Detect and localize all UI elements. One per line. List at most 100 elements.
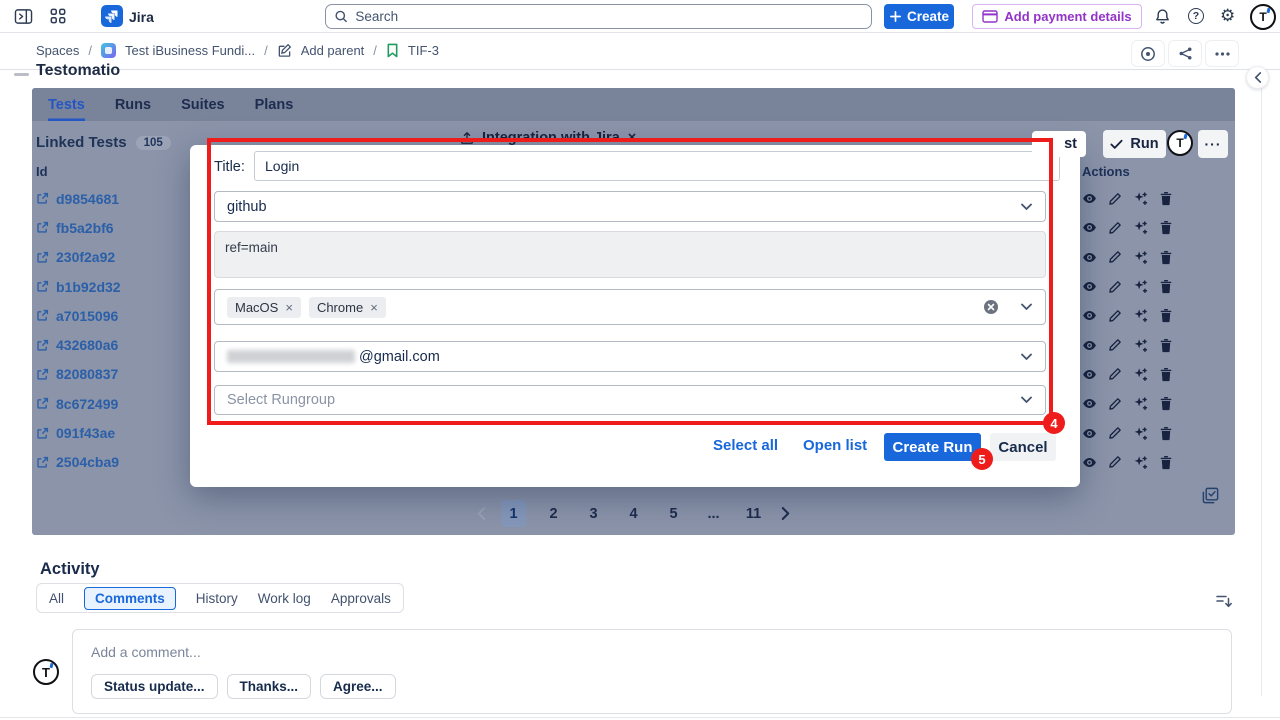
- activity-tab-approvals[interactable]: Approvals: [331, 591, 391, 606]
- delete-test-button[interactable]: [1159, 279, 1173, 294]
- repository-select[interactable]: github: [214, 191, 1046, 222]
- breadcrumb-add-parent[interactable]: Add parent: [301, 43, 365, 58]
- remove-tag-icon[interactable]: ×: [628, 130, 636, 146]
- test-id-link[interactable]: 091f43ae: [36, 418, 121, 447]
- create-button[interactable]: Create: [884, 4, 954, 29]
- page-button-4[interactable]: 4: [621, 500, 646, 527]
- breadcrumb-spaces[interactable]: Spaces: [36, 43, 79, 58]
- comment-box[interactable]: Add a comment... Status update...Thanks.…: [72, 629, 1232, 714]
- page-button-11[interactable]: 11: [741, 500, 766, 527]
- ai-test-button[interactable]: [1133, 426, 1148, 441]
- delete-test-button[interactable]: [1159, 426, 1173, 441]
- edit-test-button[interactable]: [1108, 426, 1122, 440]
- rungroup-select[interactable]: Select Rungroup: [214, 385, 1046, 415]
- edit-test-button[interactable]: [1108, 367, 1122, 381]
- panel-tab-plans[interactable]: Plans: [255, 88, 294, 121]
- test-id-link[interactable]: d9854681: [36, 184, 121, 213]
- panel-tab-suites[interactable]: Suites: [181, 88, 225, 121]
- next-page-button[interactable]: [781, 507, 790, 520]
- view-test-button[interactable]: [1082, 455, 1097, 470]
- view-test-button[interactable]: [1082, 396, 1097, 411]
- view-test-button[interactable]: [1082, 220, 1097, 235]
- ai-test-button[interactable]: [1133, 250, 1148, 265]
- panel-tab-tests[interactable]: Tests: [48, 88, 85, 121]
- delete-test-button[interactable]: [1159, 191, 1173, 206]
- test-button-partially-hidden[interactable]: st: [1032, 131, 1086, 157]
- run-button[interactable]: Run: [1103, 130, 1166, 158]
- assignee-select[interactable]: @gmail.com: [214, 341, 1046, 372]
- edit-test-button[interactable]: [1108, 397, 1122, 411]
- delete-test-button[interactable]: [1159, 250, 1173, 265]
- test-id-link[interactable]: a7015096: [36, 301, 121, 330]
- edit-test-button[interactable]: [1108, 221, 1122, 235]
- test-id-link[interactable]: 82080837: [36, 360, 121, 389]
- test-id-link[interactable]: 230f2a92: [36, 243, 121, 272]
- ref-textarea[interactable]: ref=main: [214, 231, 1046, 278]
- env-tag-macos[interactable]: MacOS×: [227, 297, 301, 318]
- activity-tab-all[interactable]: All: [49, 591, 64, 606]
- ai-test-button[interactable]: [1133, 338, 1148, 353]
- ai-test-button[interactable]: [1133, 191, 1148, 206]
- panel-more-button[interactable]: ···: [1198, 130, 1228, 158]
- user-avatar[interactable]: T: [1250, 4, 1276, 30]
- env-tag-chrome[interactable]: Chrome×: [309, 297, 386, 318]
- delete-test-button[interactable]: [1159, 338, 1173, 353]
- edit-test-button[interactable]: [1108, 309, 1122, 323]
- test-id-link[interactable]: 8c672499: [36, 389, 121, 418]
- quick-reply-thanks-[interactable]: Thanks...: [227, 674, 312, 699]
- page-button-5[interactable]: 5: [661, 500, 686, 527]
- app-switcher-button[interactable]: [50, 8, 66, 24]
- delete-test-button[interactable]: [1159, 367, 1173, 382]
- global-search[interactable]: [325, 4, 872, 29]
- open-list-link[interactable]: Open list: [803, 437, 867, 454]
- watch-button[interactable]: [1131, 40, 1165, 67]
- page-button-1[interactable]: 1: [501, 500, 526, 527]
- page-button-3[interactable]: 3: [581, 500, 606, 527]
- delete-test-button[interactable]: [1159, 220, 1173, 235]
- view-test-button[interactable]: [1082, 367, 1097, 382]
- page-button-2[interactable]: 2: [541, 500, 566, 527]
- sidebar-toggle-button[interactable]: [14, 8, 33, 25]
- settings-button[interactable]: ⚙: [1220, 7, 1235, 24]
- test-id-link[interactable]: 432680a6: [36, 330, 121, 359]
- view-test-button[interactable]: [1082, 338, 1097, 353]
- activity-tab-work-log[interactable]: Work log: [258, 591, 311, 606]
- activity-tab-history[interactable]: History: [196, 591, 238, 606]
- test-id-link[interactable]: b1b92d32: [36, 272, 121, 301]
- sort-comments-button[interactable]: [1215, 593, 1233, 614]
- ai-test-button[interactable]: [1133, 308, 1148, 323]
- ai-test-button[interactable]: [1133, 367, 1148, 382]
- edit-test-button[interactable]: [1108, 338, 1122, 352]
- remove-tag-icon[interactable]: ×: [370, 300, 378, 315]
- clear-icon[interactable]: [983, 299, 999, 315]
- more-actions-button[interactable]: [1205, 40, 1239, 67]
- delete-test-button[interactable]: [1159, 455, 1173, 470]
- run-title-input[interactable]: [254, 151, 1060, 181]
- environment-multiselect[interactable]: MacOS× Chrome×: [214, 289, 1046, 325]
- ai-test-button[interactable]: [1133, 455, 1148, 470]
- help-button[interactable]: ?: [1188, 8, 1204, 24]
- view-test-button[interactable]: [1082, 279, 1097, 294]
- add-payment-details-button[interactable]: Add payment details: [972, 4, 1142, 29]
- notifications-button[interactable]: [1154, 8, 1171, 25]
- cancel-button[interactable]: Cancel: [990, 433, 1056, 461]
- remove-tag-icon[interactable]: ×: [285, 300, 293, 315]
- delete-test-button[interactable]: [1159, 396, 1173, 411]
- ai-test-button[interactable]: [1133, 220, 1148, 235]
- create-run-button[interactable]: Create Run: [884, 433, 981, 461]
- view-test-button[interactable]: [1082, 308, 1097, 323]
- edit-test-button[interactable]: [1108, 280, 1122, 294]
- quick-reply-status-update-[interactable]: Status update...: [91, 674, 218, 699]
- edit-test-button[interactable]: [1108, 455, 1122, 469]
- search-input[interactable]: [355, 9, 863, 24]
- view-test-button[interactable]: [1082, 250, 1097, 265]
- edit-test-button[interactable]: [1108, 250, 1122, 264]
- ai-test-button[interactable]: [1133, 279, 1148, 294]
- prev-page-button[interactable]: [477, 507, 486, 520]
- select-all-link[interactable]: Select all: [713, 437, 778, 454]
- collapse-panel-button[interactable]: [1246, 66, 1269, 89]
- jira-logo[interactable]: [101, 5, 123, 27]
- delete-test-button[interactable]: [1159, 308, 1173, 323]
- quick-reply-agree-[interactable]: Agree...: [320, 674, 396, 699]
- ai-test-button[interactable]: [1133, 396, 1148, 411]
